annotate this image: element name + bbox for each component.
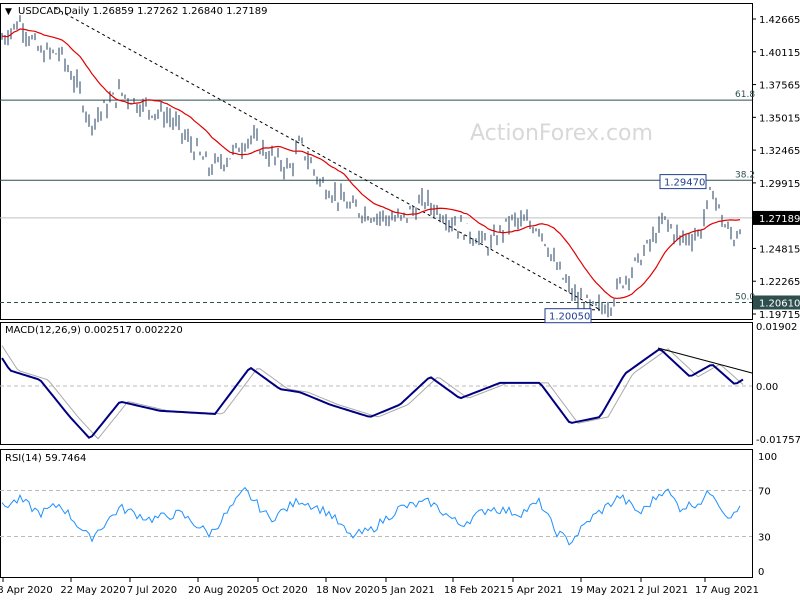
fib-label: 61.8 [735, 90, 755, 100]
x-tick-label: 5 Oct 2020 [252, 585, 307, 596]
x-tick-label: 17 Aug 2021 [695, 585, 759, 596]
rsi-tick-label: 30 [758, 533, 771, 544]
trendline [54, 7, 601, 311]
rsi-tick-label: 70 [758, 487, 771, 498]
x-tick-label: 2 Jul 2021 [638, 585, 688, 596]
x-tick-label: 5 Apr 2021 [507, 585, 562, 596]
x-tick-label: 7 Jul 2020 [127, 585, 177, 596]
y-tick-label: 1.24815 [759, 244, 800, 255]
current-price-label: 1.27189 [759, 214, 800, 225]
fib-label: 50.0 [735, 292, 755, 302]
x-tick-label: 8 Apr 2020 [0, 585, 53, 596]
y-tick-label: 1.42665 [759, 15, 800, 26]
fib-label: 38.2 [735, 170, 755, 180]
rsi-tick-label: 0 [758, 567, 764, 578]
macd-tick-label: 0.01902 [756, 322, 797, 333]
forex-chart: ActionForex.com 1.42665 1.40115 1.37565 1.35… [0, 3, 800, 596]
level-label: 1.20610 [759, 298, 800, 309]
macd-tick-label: 0.00 [756, 382, 778, 393]
macd-signal-line [1, 345, 744, 440]
rsi-title: RSI(14) 59.7464 [5, 453, 86, 464]
price-panel [0, 3, 753, 320]
macd-tick-label: -0.017579 [756, 435, 800, 446]
moving-average-line [1, 28, 741, 299]
y-tick-label: 1.37565 [759, 81, 800, 92]
watermark: ActionForex.com [470, 121, 653, 146]
macd-title: MACD(12,26,9) 0.002517 0.002220 [5, 325, 183, 336]
chart-header: USDCAD,Daily 1.26859 1.27262 1.26840 1.2… [18, 6, 268, 17]
x-tick-label: 20 Aug 2020 [188, 585, 252, 596]
x-tick-label: 19 May 2021 [570, 585, 635, 596]
rsi-panel [0, 449, 753, 578]
macd-panel [0, 322, 753, 445]
macd-line [1, 348, 744, 439]
price-annotation: 1.20050 [549, 312, 590, 323]
y-tick-label: 1.22265 [759, 277, 800, 288]
y-tick-label: 1.29915 [759, 179, 800, 190]
x-tick-label: 5 Jan 2021 [381, 585, 435, 596]
x-tick-label: 18 Feb 2021 [444, 585, 506, 596]
y-tick-label: 1.19715 [759, 310, 800, 321]
y-tick-label: 1.40115 [759, 48, 800, 59]
x-tick-label: 18 Nov 2020 [316, 585, 380, 596]
rsi-tick-label: 100 [758, 452, 777, 463]
y-tick-label: 1.35015 [759, 113, 800, 124]
dropdown-arrow-icon: ▼ [5, 7, 12, 17]
y-tick-label: 1.32465 [759, 146, 800, 157]
x-tick-label: 22 May 2020 [60, 585, 125, 596]
price-annotation: 1.29470 [664, 178, 705, 189]
